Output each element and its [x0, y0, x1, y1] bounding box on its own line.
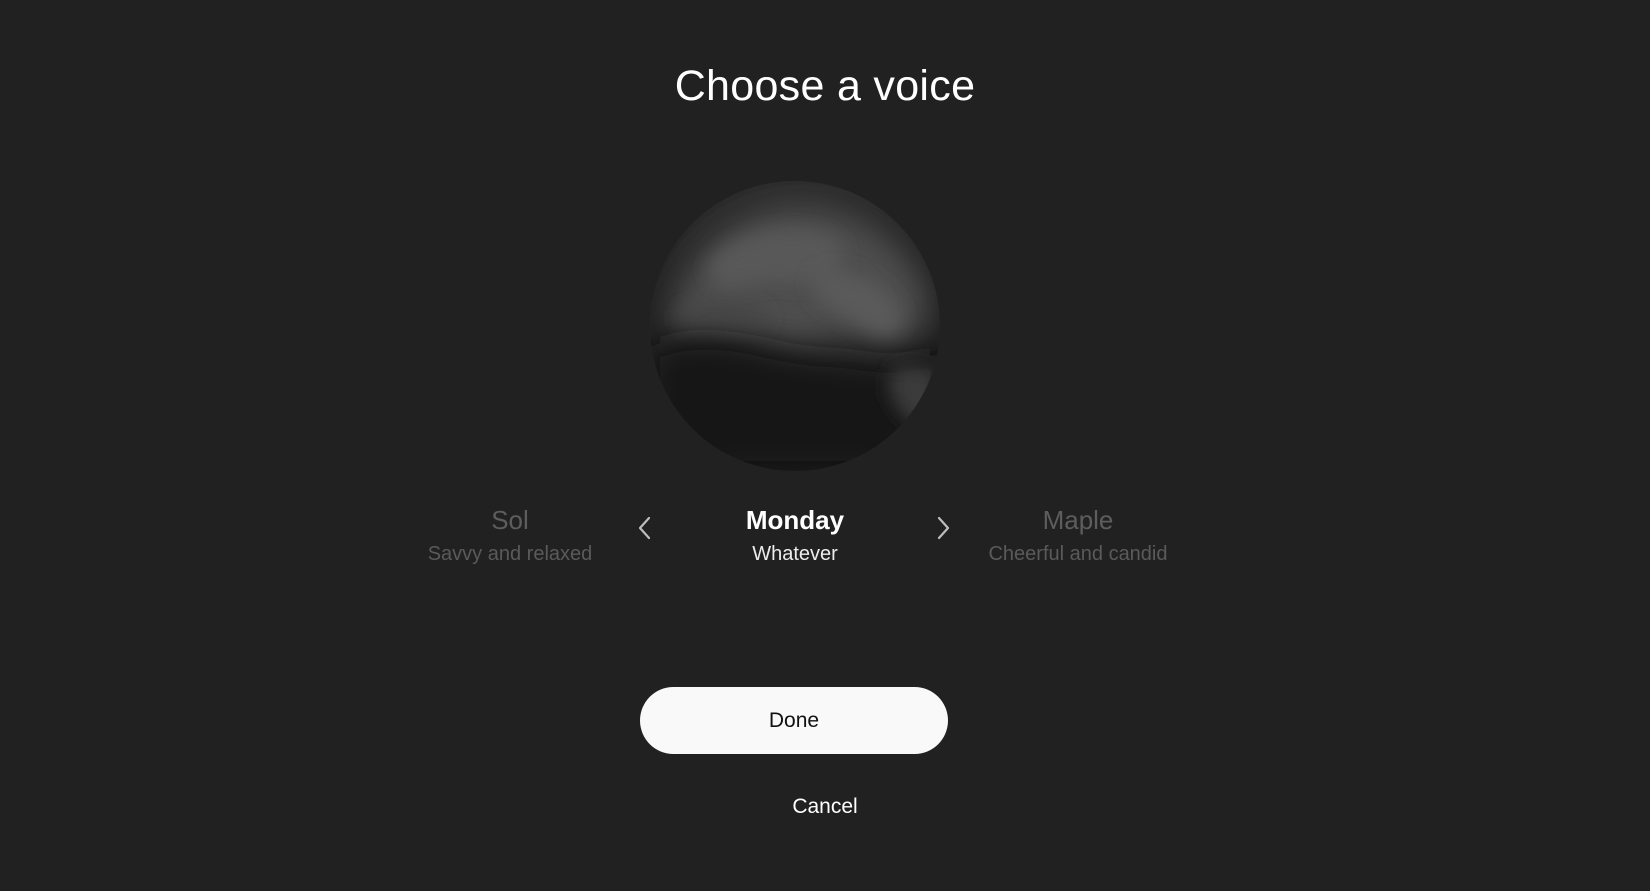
- orb-graphic: [650, 181, 940, 471]
- previous-voice-button[interactable]: [627, 510, 663, 546]
- voice-description: Cheerful and candid: [988, 543, 1168, 565]
- voice-name: Maple: [1042, 505, 1114, 535]
- voice-description: Savvy and relaxed: [427, 543, 593, 565]
- voice-name: Monday: [745, 505, 845, 535]
- chevron-left-icon: [638, 516, 651, 540]
- page-title: Choose a voice: [674, 62, 976, 110]
- voice-option-current: Monday Whatever: [665, 504, 925, 568]
- voice-option-previous[interactable]: Sol Savvy and relaxed: [380, 504, 640, 568]
- voice-orb: [650, 181, 940, 471]
- voice-option-next[interactable]: Maple Cheerful and candid: [948, 504, 1208, 568]
- cancel-row: Cancel: [0, 791, 1650, 823]
- voice-description: Whatever: [752, 543, 838, 565]
- done-button[interactable]: Done: [640, 687, 948, 754]
- voice-name: Sol: [491, 505, 529, 535]
- cancel-button[interactable]: Cancel: [782, 791, 867, 823]
